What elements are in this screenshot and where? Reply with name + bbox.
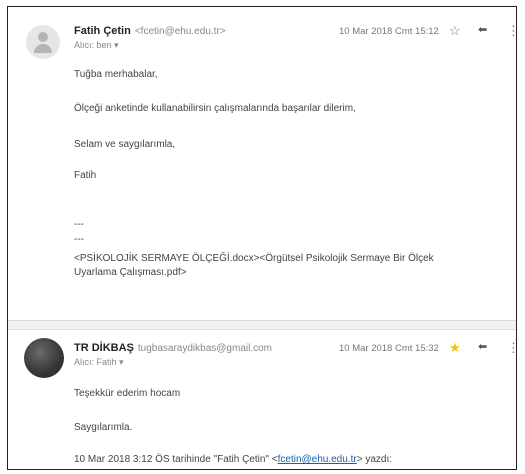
message-date: 10 Mar 2018 Cmt 15:12 <box>339 26 439 37</box>
quoted-header-suffix: > yazdı: <box>356 454 393 465</box>
separator-2: --- <box>74 234 84 245</box>
sender[interactable]: TR DİKBAŞ tugbasaraydikbas@gmail.com <box>74 342 272 354</box>
reply-icon[interactable]: ⬅ <box>478 342 487 353</box>
signature: Fatih <box>74 170 97 181</box>
separator-1: --- <box>74 219 84 230</box>
body-line: Ölçeği anketinde kullanabilirsin çalışma… <box>74 103 356 114</box>
reply-icon[interactable]: ⬅ <box>478 25 487 36</box>
quoted-header: 10 Mar 2018 3:12 ÖS tarihinde "Fatih Çet… <box>74 454 392 465</box>
star-icon[interactable]: ☆ <box>449 24 461 37</box>
sender-email: tugbasaraydikbas@gmail.com <box>137 343 272 354</box>
closing: Saygılarımla. <box>74 422 133 433</box>
recipient-toggle[interactable]: Alıcı: Fatih ▾ <box>74 357 124 368</box>
more-options-icon[interactable]: ⋮ <box>507 24 516 37</box>
avatar <box>24 338 64 378</box>
attachments-line: <PSİKOLOJİK SERMAYE ÖLÇEĞİ.docx><Örgütse… <box>74 253 434 278</box>
message-1: Fatih Çetin <fcetin@ehu.edu.tr> Alıcı: be… <box>8 7 516 320</box>
sender-name[interactable]: TR DİKBAŞ <box>74 342 134 354</box>
recipient-toggle[interactable]: Alıcı: ben ▾ <box>74 40 119 51</box>
quoted-header-prefix: 10 Mar 2018 3:12 ÖS tarihinde "Fatih Çet… <box>74 454 278 465</box>
more-options-icon[interactable]: ⋮ <box>507 341 516 354</box>
email-thread: Fatih Çetin <fcetin@ehu.edu.tr> Alıcı: be… <box>7 6 517 470</box>
default-avatar-icon <box>26 25 60 59</box>
sender-email: <fcetin@ehu.edu.tr> <box>134 26 226 37</box>
email-link[interactable]: fcetin@ehu.edu.tr <box>278 454 357 465</box>
closing: Selam ve saygılarımla, <box>74 139 176 150</box>
sender-name[interactable]: Fatih Çetin <box>74 25 131 37</box>
thread-divider <box>8 320 516 330</box>
message-2: TR DİKBAŞ tugbasaraydikbas@gmail.com Alıc… <box>8 330 516 469</box>
star-icon[interactable]: ★ <box>449 341 461 354</box>
greeting: Tuğba merhabalar, <box>74 69 158 80</box>
message-date: 10 Mar 2018 Cmt 15:32 <box>339 343 439 354</box>
sender[interactable]: Fatih Çetin <fcetin@ehu.edu.tr> <box>74 25 226 37</box>
body-line: Teşekkür ederim hocam <box>74 388 181 399</box>
